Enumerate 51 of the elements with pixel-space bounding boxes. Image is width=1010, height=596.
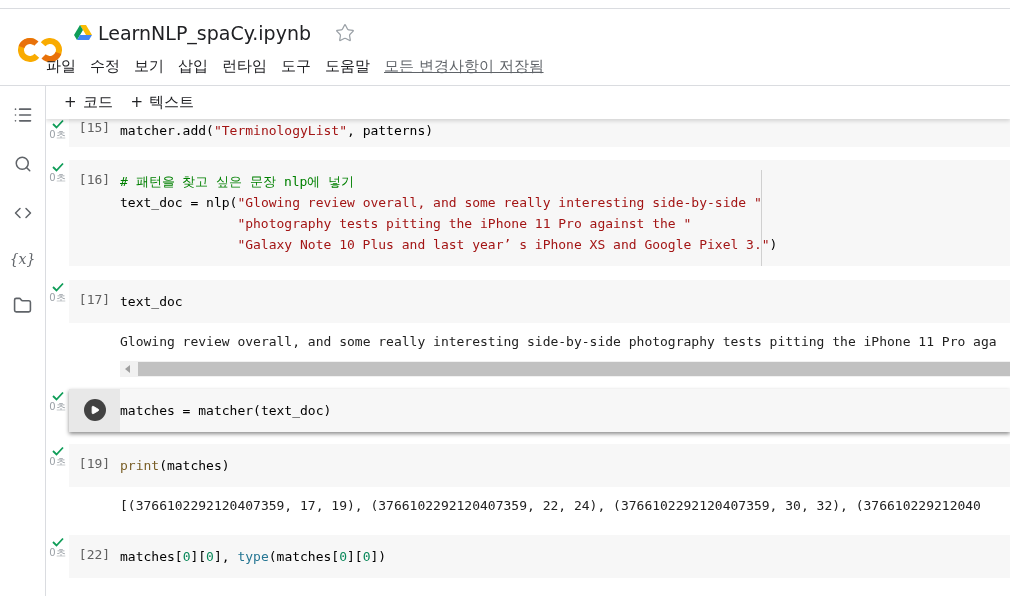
drive-icon — [74, 25, 92, 41]
execution-count: [16] — [78, 172, 111, 189]
horizontal-scrollbar[interactable] — [120, 361, 1010, 377]
code-line: "photography tests pitting the iPhone 11 Pro against the " — [236, 215, 693, 233]
star-icon[interactable] — [335, 23, 355, 43]
cell-output: Glowing review overall, and some really interesting side-by-side photography tests pitting the iPhone 11 Pro aga — [120, 333, 997, 351]
code-cell[interactable]: [22] matches[0][0], type(matches[0][0]) — [69, 535, 1010, 578]
execution-time: 0초 — [49, 456, 66, 467]
code-line: text_doc = nlp("Glowing review overall, and some really interesting side-by-side " — [120, 194, 763, 212]
code-line: matches[0][0], type(matches[0][0]) — [120, 548, 387, 566]
play-icon — [89, 405, 100, 415]
execution-count: [19] — [78, 456, 111, 473]
success-check-icon — [51, 446, 64, 456]
menu-item[interactable]: 도구 — [281, 56, 311, 76]
code-line: matches = matcher(text_doc) — [120, 402, 332, 420]
menu-item[interactable]: 보기 — [134, 56, 164, 76]
execution-count: [15] — [78, 120, 111, 137]
menu-item[interactable]: 런타임 — [222, 56, 267, 76]
cell-output: [(3766102292120407359, 17, 19), (3766102292120407359, 22, 24), (3766102292120407359, 30, 32), (376610229212040 — [120, 497, 981, 515]
add-cell-button[interactable]: + 코드 — [64, 93, 113, 112]
menu-item[interactable]: 파일 — [46, 56, 76, 76]
menu-item[interactable]: 수정 — [90, 56, 120, 76]
success-check-icon — [51, 282, 64, 292]
execution-time: 0초 — [49, 172, 66, 183]
code-cell[interactable]: [17] text_doc — [69, 280, 1010, 323]
code-cell[interactable]: matches = matcher(text_doc) — [69, 389, 1010, 432]
execution-time: 0초 — [49, 401, 66, 412]
add-cell-button[interactable]: + 텍스트 — [130, 93, 195, 112]
code-line: "Galaxy Note 10 Plus and last year’ s iPhone XS and Google Pixel 3.") — [236, 236, 778, 254]
execution-count: [22] — [78, 547, 111, 564]
success-check-icon — [51, 391, 64, 401]
run-cell-button[interactable] — [83, 399, 106, 421]
save-status-link[interactable]: 모든 변경사항이 저장됨 — [384, 56, 544, 76]
notebook-title[interactable]: LearnNLP_spaCy.ipynb — [98, 22, 311, 44]
success-check-icon — [51, 119, 64, 129]
code-line: matcher.add("TerminologyList", patterns) — [120, 122, 434, 140]
code-line: print(matches) — [120, 457, 230, 475]
code-cell[interactable]: [19] print(matches) — [69, 444, 1010, 487]
execution-time: 0초 — [49, 547, 66, 558]
menu-item[interactable]: 도움말 — [325, 56, 370, 76]
success-check-icon — [51, 537, 64, 547]
code-cell[interactable]: [15] matcher.add("TerminologyList", patterns) — [69, 119, 1010, 147]
code-cell[interactable] — [69, 160, 1010, 266]
execution-time: 0초 — [49, 129, 66, 140]
variables-button[interactable]: {x} — [9, 251, 36, 267]
code-line: # 패턴을 찾고 싶은 문장 nlp에 넣기 — [120, 173, 356, 191]
execution-count: [17] — [78, 292, 111, 309]
code-line: text_doc — [120, 293, 183, 311]
menu-item[interactable]: 삽입 — [178, 56, 208, 76]
execution-time: 0초 — [49, 292, 66, 303]
success-check-icon — [51, 162, 64, 172]
